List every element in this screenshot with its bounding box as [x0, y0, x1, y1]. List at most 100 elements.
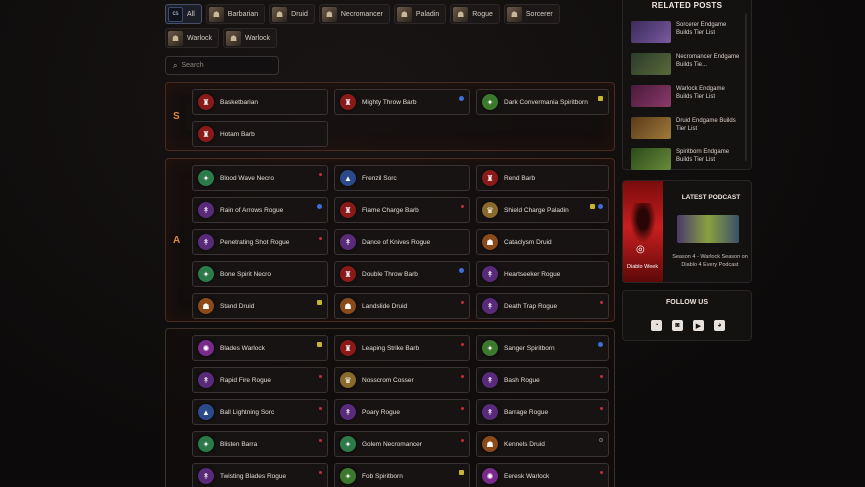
filter-label: Warlock	[187, 34, 213, 42]
class-filter-bar: cs All ☗ Barbarian ☗ Druid ☗ Necromancer ☗ Pa…	[165, 4, 615, 48]
build-name: Rapid Fire Rogue	[220, 376, 271, 384]
trend-badge-icon	[598, 204, 603, 209]
build-card[interactable]: ♜ Double Throw Barb	[334, 261, 470, 287]
build-card[interactable]: ↟ Poary Rogue	[334, 399, 470, 425]
build-name: Fob Spiritborn	[362, 472, 403, 480]
post-thumbnail	[631, 148, 671, 170]
filter-label: Druid	[291, 10, 308, 18]
instagram-icon[interactable]: ◙	[672, 320, 683, 331]
related-post[interactable]: Spiritborn Endgame Builds Tier List	[631, 148, 741, 172]
related-scrollbar[interactable]	[745, 13, 747, 161]
build-name: Penetrating Shot Rogue	[220, 238, 290, 246]
build-card[interactable]: ♜ Basketbarian	[192, 89, 328, 115]
build-card[interactable]: ✦ Blisten Barra	[192, 431, 328, 457]
post-title: Spiritborn Endgame Builds Tier List	[676, 149, 730, 163]
build-card[interactable]: ✺ Eeresk Warlock	[476, 463, 609, 487]
related-post[interactable]: Sorcerer Endgame Builds Tier List	[631, 21, 741, 45]
filter-druid[interactable]: ☗ Druid	[269, 4, 315, 24]
build-card[interactable]: ♛ Nosscrom Cosser	[334, 367, 470, 393]
trend-badge-icon	[461, 205, 464, 208]
trend-badge-icon	[600, 301, 603, 304]
build-card[interactable]: ♜ Hotam Barb	[192, 121, 328, 147]
build-card[interactable]: ✦ Fob Spiritborn	[334, 463, 470, 487]
build-card[interactable]: ☗ Cataclysm Druid	[476, 229, 609, 255]
build-card[interactable]: ↟ Rapid Fire Rogue	[192, 367, 328, 393]
build-name: Bone Spirit Necro	[220, 270, 271, 278]
trend-badge-icon	[600, 471, 603, 474]
build-card[interactable]: ↟ Rain of Arrows Rogue	[192, 197, 328, 223]
build-card[interactable]: ↟ Heartseeker Rogue	[476, 261, 609, 287]
spiritborn-class-icon: ✦	[340, 468, 356, 484]
build-card[interactable]: ↟ Barrage Rogue	[476, 399, 609, 425]
podcast-cover-art: ◎ Diablo Week	[623, 181, 663, 282]
trend-badge-icon	[459, 470, 464, 475]
build-card[interactable]: ✦ Dark Convermania Spiritborn	[476, 89, 609, 115]
build-name: Flame Charge Barb	[362, 206, 419, 214]
filter-necromancer[interactable]: ☗ Necromancer	[318, 4, 390, 24]
related-posts-title: RELATED POSTS	[651, 1, 723, 10]
build-card[interactable]: ↟ Penetrating Shot Rogue	[192, 229, 328, 255]
latest-podcast-widget[interactable]: ◎ Diablo Week LATEST PODCAST Season 4 - …	[622, 180, 752, 283]
spiritborn-class-icon: ✦	[482, 340, 498, 356]
spiritborn-class-icon: ✦	[482, 94, 498, 110]
necromancer-class-icon: ✦	[198, 170, 214, 186]
build-card[interactable]: ☗ Landslide Druid	[334, 293, 470, 319]
filter-barbarian[interactable]: ☗ Barbarian	[205, 4, 266, 24]
build-card[interactable]: ↟ Bash Rogue	[476, 367, 609, 393]
build-card[interactable]: ↟ Dance of Knives Rogue	[334, 229, 470, 255]
build-card[interactable]: ✦ Blood Wave Necro	[192, 165, 328, 191]
follow-us-title: FOLLOW US	[666, 299, 708, 306]
build-card[interactable]: ✦ Bone Spirit Necro	[192, 261, 328, 287]
rogue-class-icon: ↟	[198, 234, 214, 250]
filter-paladin[interactable]: ☗ Paladin	[393, 4, 447, 24]
build-card[interactable]: ♛ Shield Charge Paladin	[476, 197, 609, 223]
trend-badge-icon	[459, 268, 464, 273]
filter-sorcerer[interactable]: ☗ Sorcerer	[503, 4, 560, 24]
build-name: Dance of Knives Rogue	[362, 238, 431, 246]
filter-rogue[interactable]: ☗ Rogue	[450, 4, 500, 24]
build-card[interactable]: ♜ Mighty Throw Barb	[334, 89, 470, 115]
filter-label: Necromancer	[340, 10, 383, 18]
related-post[interactable]: Warlock Endgame Builds Tier List	[631, 85, 741, 109]
trend-badge-icon	[461, 407, 464, 410]
druid-class-icon: ☗	[198, 298, 214, 314]
build-card[interactable]: ♜ Rend Barb	[476, 165, 609, 191]
build-card[interactable]: ☗ Stand Druid	[192, 293, 328, 319]
search-input[interactable]: ⌕ Search	[165, 56, 279, 75]
related-post[interactable]: Necromancer Endgame Builds Tie...	[631, 53, 741, 77]
build-name: Ball Lightning Sorc	[220, 408, 275, 416]
build-name: Basketbarian	[220, 98, 258, 106]
build-card[interactable]: ↟ Death Trap Rogue	[476, 293, 609, 319]
build-card[interactable]: ↟ Twisting Blades Rogue	[192, 463, 328, 487]
build-name: Rain of Arrows Rogue	[220, 206, 284, 214]
filter-warlock[interactable]: ☗ Warlock	[165, 28, 220, 48]
build-name: Mighty Throw Barb	[362, 98, 417, 106]
druid-avatar-icon: ☗	[272, 6, 288, 22]
trend-badge-icon	[598, 96, 603, 101]
youtube-icon[interactable]: ▶	[693, 320, 704, 331]
build-card[interactable]: ✦ Sanger Spiritborn	[476, 335, 609, 361]
sorcerer-avatar-icon: ☗	[506, 6, 522, 22]
post-thumbnail	[631, 53, 671, 75]
warlock-avatar-icon: ☗	[226, 30, 242, 46]
trend-badge-icon	[319, 439, 322, 442]
filter-warlock-2[interactable]: ☗ Warlock	[223, 28, 278, 48]
chat-icon[interactable]: ◔	[651, 320, 662, 331]
discord-icon[interactable]: ◕	[714, 320, 725, 331]
trend-badge-icon	[319, 173, 322, 176]
build-name: Double Throw Barb	[362, 270, 418, 278]
related-post[interactable]: Druid Endgame Builds Tier List	[631, 117, 741, 141]
trend-badge-icon	[319, 237, 322, 240]
build-card[interactable]: ♜ Flame Charge Barb	[334, 197, 470, 223]
build-card[interactable]: ✦ Golem Necromancer	[334, 431, 470, 457]
build-card[interactable]: ☗ Kennels Druid	[476, 431, 609, 457]
build-card[interactable]: ▲ Ball Lightning Sorc	[192, 399, 328, 425]
filter-all[interactable]: cs All	[165, 4, 202, 24]
build-card[interactable]: ▲ Frenzil Sorc	[334, 165, 470, 191]
build-card[interactable]: ✺ Blades Warlock	[192, 335, 328, 361]
build-name: Twisting Blades Rogue	[220, 472, 287, 480]
build-card[interactable]: ♜ Leaping Strike Barb	[334, 335, 470, 361]
barbarian-class-icon: ♜	[340, 340, 356, 356]
necromancer-class-icon: ✦	[198, 436, 214, 452]
filter-label: All	[187, 10, 195, 18]
